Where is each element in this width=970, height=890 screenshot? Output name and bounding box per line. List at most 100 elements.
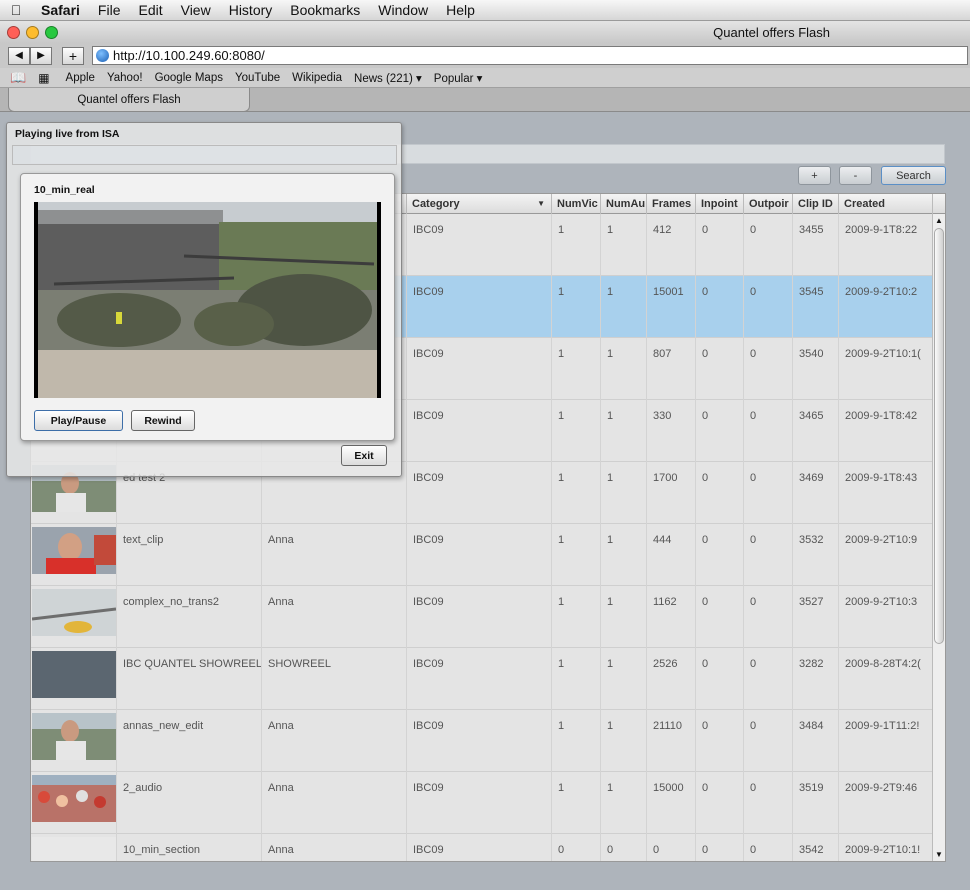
bookmark-news[interactable]: News (221) ▾ bbox=[348, 71, 428, 85]
menu-app-safari[interactable]: Safari bbox=[32, 2, 89, 18]
bookmarks-bar: 📖 ▦ Apple Yahoo! Google Maps YouTube Wik… bbox=[0, 68, 970, 88]
cell-numvid: 1 bbox=[552, 648, 601, 710]
menu-bookmarks[interactable]: Bookmarks bbox=[281, 2, 369, 18]
cell-created: 2009-9-2T10:3 bbox=[839, 586, 933, 648]
cell-category: IBC09 bbox=[407, 338, 552, 400]
cell-clipid: 3519 bbox=[793, 772, 839, 834]
back-button[interactable]: ◀ bbox=[8, 46, 30, 65]
table-row[interactable]: 10_min_section Anna IBC09 0 0 0 0 0 3542 2009-9-2… bbox=[31, 834, 933, 861]
cell-inpoint: 0 bbox=[696, 338, 744, 400]
remove-button[interactable]: - bbox=[839, 166, 872, 185]
table-row[interactable]: IBC QUANTEL SHOWREEL: SHOWREEL IBC09 1 1 2526… bbox=[31, 648, 933, 710]
grid-icon[interactable]: ▦ bbox=[38, 71, 49, 85]
panel-title: Playing live from ISA bbox=[15, 128, 120, 140]
menu-window[interactable]: Window bbox=[369, 2, 437, 18]
column-header-created[interactable]: Created bbox=[839, 194, 933, 214]
clip-thumbnail bbox=[31, 834, 117, 861]
cell-outpoint: 0 bbox=[744, 462, 793, 524]
column-header-clip-id[interactable]: Clip ID bbox=[793, 194, 839, 214]
search-button[interactable]: Search bbox=[881, 166, 946, 185]
cell-inpoint: 0 bbox=[696, 586, 744, 648]
cell-clipid: 3484 bbox=[793, 710, 839, 772]
cell-inpoint: 0 bbox=[696, 710, 744, 772]
cell-frames: 0 bbox=[647, 834, 696, 861]
cell-inpoint: 0 bbox=[696, 648, 744, 710]
cell-created: 2009-9-1T8:22 bbox=[839, 214, 933, 276]
add-button[interactable]: + bbox=[798, 166, 831, 185]
cell-user: Anna bbox=[262, 586, 407, 648]
column-header-numvic[interactable]: NumVic bbox=[552, 194, 601, 214]
cell-name: 10_min_section bbox=[117, 834, 262, 861]
forward-button[interactable]: ▶ bbox=[30, 46, 52, 65]
cell-outpoint: 0 bbox=[744, 214, 793, 276]
cell-created: 2009-9-1T11:2! bbox=[839, 710, 933, 772]
cell-category: IBC09 bbox=[407, 462, 552, 524]
table-row[interactable]: 2_audio Anna IBC09 1 1 15000 0 0 3519 2009-9-2T9:… bbox=[31, 772, 933, 834]
add-bookmark-button[interactable]: + bbox=[62, 46, 84, 65]
menu-edit[interactable]: Edit bbox=[129, 2, 171, 18]
column-header-outpoir[interactable]: Outpoir bbox=[744, 194, 793, 214]
cell-numaud: 1 bbox=[601, 214, 647, 276]
cell-frames: 807 bbox=[647, 338, 696, 400]
cell-numvid: 1 bbox=[552, 462, 601, 524]
bookmark-wikipedia[interactable]: Wikipedia bbox=[286, 72, 348, 84]
cell-user: Anna bbox=[262, 772, 407, 834]
player-title: 10_min_real bbox=[34, 184, 95, 196]
cell-numvid: 1 bbox=[552, 710, 601, 772]
table-row[interactable]: complex_no_trans2 Anna IBC09 1 1 1162 0 0 3527 20… bbox=[31, 586, 933, 648]
table-row[interactable]: text_clip Anna IBC09 1 1 444 0 0 3532 2009-9-2T10… bbox=[31, 524, 933, 586]
cell-user: SHOWREEL bbox=[262, 648, 407, 710]
cell-clipid: 3527 bbox=[793, 586, 839, 648]
bookmark-apple[interactable]: Apple bbox=[60, 72, 101, 84]
rewind-button[interactable]: Rewind bbox=[131, 410, 195, 431]
window-title: Quantel offers Flash bbox=[713, 25, 830, 40]
cell-numvid: 1 bbox=[552, 586, 601, 648]
cell-clipid: 3540 bbox=[793, 338, 839, 400]
bookmark-google-maps[interactable]: Google Maps bbox=[149, 72, 229, 84]
cell-frames: 21110 bbox=[647, 710, 696, 772]
scroll-thumb[interactable] bbox=[934, 228, 944, 644]
cell-frames: 330 bbox=[647, 400, 696, 462]
cell-numaud: 1 bbox=[601, 586, 647, 648]
minimize-window-button[interactable] bbox=[26, 25, 39, 39]
tab-quantel[interactable]: Quantel offers Flash bbox=[8, 88, 250, 112]
apple-menu-icon[interactable]:  bbox=[0, 2, 32, 18]
reading-list-icon[interactable]: 📖 bbox=[10, 70, 26, 86]
bookmark-yahoo[interactable]: Yahoo! bbox=[101, 72, 149, 84]
menu-file[interactable]: File bbox=[89, 2, 130, 18]
column-header-numau[interactable]: NumAu bbox=[601, 194, 647, 214]
menu-history[interactable]: History bbox=[220, 2, 282, 18]
zoom-window-button[interactable] bbox=[45, 25, 58, 39]
column-header-category[interactable]: Category ▼ bbox=[407, 194, 552, 214]
cell-numaud: 1 bbox=[601, 524, 647, 586]
cell-created: 2009-9-2T10:1! bbox=[839, 834, 933, 861]
cell-clipid: 3455 bbox=[793, 214, 839, 276]
column-header-frames[interactable]: Frames bbox=[647, 194, 696, 214]
close-window-button[interactable] bbox=[7, 25, 20, 39]
cell-numaud: 1 bbox=[601, 462, 647, 524]
menu-help[interactable]: Help bbox=[437, 2, 484, 18]
menu-view[interactable]: View bbox=[172, 2, 220, 18]
bookmark-popular[interactable]: Popular ▾ bbox=[428, 71, 489, 85]
exit-button[interactable]: Exit bbox=[341, 445, 387, 466]
helicopter-video-image bbox=[34, 202, 381, 398]
cell-created: 2009-9-1T8:43 bbox=[839, 462, 933, 524]
sort-arrow-icon[interactable]: ▼ bbox=[537, 194, 545, 214]
tab-bar: Quantel offers Flash bbox=[0, 88, 970, 112]
cell-outpoint: 0 bbox=[744, 710, 793, 772]
play-pause-button[interactable]: Play/Pause bbox=[34, 410, 123, 431]
scroll-up-arrow[interactable]: ▲ bbox=[935, 216, 943, 225]
scroll-down-arrow[interactable]: ▼ bbox=[935, 850, 943, 859]
cell-frames: 15001 bbox=[647, 276, 696, 338]
cell-numvid: 1 bbox=[552, 276, 601, 338]
bookmark-youtube[interactable]: YouTube bbox=[229, 72, 286, 84]
table-row[interactable]: annas_new_edit Anna IBC09 1 1 21110 0 0 3484 2009… bbox=[31, 710, 933, 772]
vertical-scrollbar[interactable]: ▲ ▼ bbox=[932, 214, 945, 861]
address-field[interactable]: http://10.100.249.60:8080/ bbox=[92, 46, 968, 65]
column-header-inpoint[interactable]: Inpoint bbox=[696, 194, 744, 214]
cell-numvid: 1 bbox=[552, 338, 601, 400]
cell-inpoint: 0 bbox=[696, 462, 744, 524]
cell-numaud: 1 bbox=[601, 710, 647, 772]
cell-frames: 15000 bbox=[647, 772, 696, 834]
video-frame[interactable] bbox=[34, 202, 381, 398]
